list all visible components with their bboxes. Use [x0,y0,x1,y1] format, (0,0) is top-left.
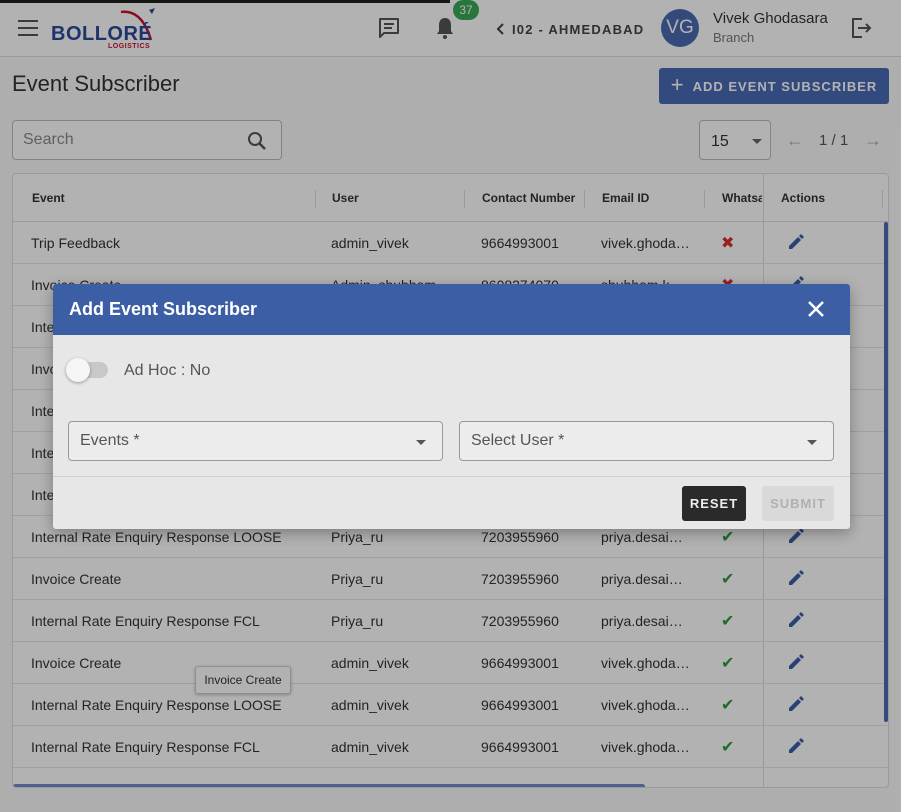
chevron-down-icon [416,440,426,445]
events-select[interactable]: Events * [68,421,443,461]
submit-button[interactable]: SUBMIT [762,486,834,521]
add-event-subscriber-dialog: Add Event Subscriber Ad Hoc : No Events … [53,284,850,529]
reset-button[interactable]: RESET [682,486,746,521]
dialog-divider [53,476,850,477]
dialog-header: Add Event Subscriber [53,284,850,335]
adhoc-label: Ad Hoc : No [124,362,211,379]
chevron-down-icon [807,440,817,445]
user-select-label: Select User * [471,432,565,449]
close-icon[interactable] [806,299,826,319]
dialog-title: Add Event Subscriber [69,299,258,319]
adhoc-toggle[interactable] [66,357,112,383]
user-select[interactable]: Select User * [459,421,834,461]
events-select-label: Events * [80,432,140,449]
